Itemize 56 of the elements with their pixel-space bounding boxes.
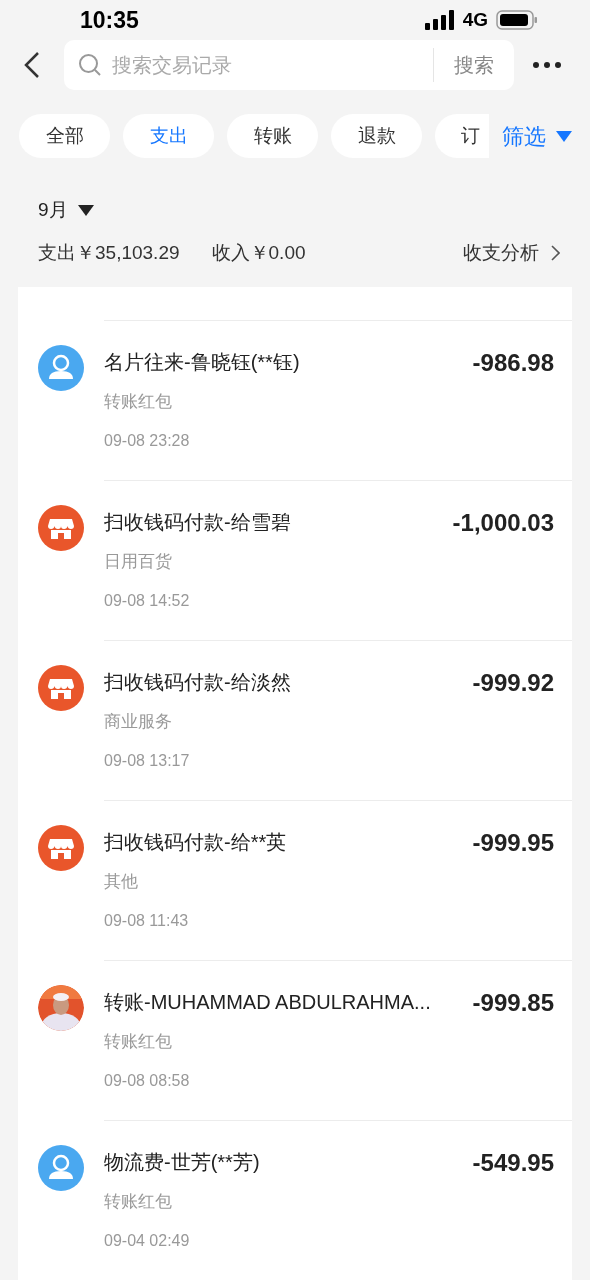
transaction-amount: -549.95 [472, 1148, 554, 1178]
transaction-item[interactable]: 扫收钱码付款-给淡然 -999.92 商业服务 09-08 13:17 [38, 641, 572, 773]
dropdown-icon [556, 130, 572, 142]
transaction-item[interactable]: 物流费-世芳(**芳) -549.95 转账红包 09-04 02:49 [38, 1121, 572, 1253]
shop-avatar-icon [38, 505, 84, 551]
transaction-category: 日用百货 [104, 551, 173, 573]
transaction-category: 转账红包 [104, 391, 173, 413]
network-label: 4G [462, 7, 488, 32]
filter-chip[interactable]: 支出 [123, 114, 214, 158]
transaction-item[interactable]: 名片往来-鲁晓钰(**钰) -986.98 转账红包 09-08 23:28 [38, 321, 572, 453]
transaction-amount: -999.92 [472, 668, 554, 698]
transaction-item[interactable]: 扫收钱码付款-给雪碧 -1,000.03 日用百货 09-08 14:52 [38, 481, 572, 613]
battery-icon [496, 10, 538, 30]
income-total: 收入￥0.00 [211, 240, 306, 265]
search-button[interactable]: 搜索 [434, 40, 514, 90]
transaction-amount: -1,000.03 [452, 508, 554, 538]
chevron-right-icon [551, 244, 560, 261]
transaction-time: 09-04 02:49 [104, 1230, 191, 1251]
transaction-title: 扫收钱码付款-给雪碧 [104, 510, 291, 535]
search-field[interactable]: 搜索交易记录 搜索 [64, 40, 514, 90]
search-icon [78, 53, 102, 77]
transaction-time: 09-08 14:52 [104, 590, 191, 611]
filter-button[interactable]: 筛选 [494, 114, 590, 158]
expense-total: 支出￥35,103.29 [38, 240, 180, 265]
dropdown-icon [77, 204, 94, 216]
transaction-category: 其他 [104, 871, 139, 893]
transaction-title: 物流费-世芳(**芳) [104, 1150, 260, 1175]
month-label[interactable]: 9月 [38, 196, 68, 225]
shop-avatar-icon [38, 825, 84, 871]
filter-chip[interactable]: 全部 [19, 114, 110, 158]
transaction-amount: -999.95 [472, 828, 554, 858]
transaction-title: 转账-MUHAMMAD ABDULRAHMA... [104, 990, 431, 1015]
transaction-amount: -999.85 [472, 988, 554, 1018]
status-time: 10:35 [80, 5, 139, 35]
signal-icon [424, 10, 455, 30]
transaction-category: 转账红包 [104, 1031, 173, 1053]
transaction-title: 名片往来-鲁晓钰(**钰) [104, 350, 300, 375]
transaction-item[interactable]: 转账-MUHAMMAD ABDULRAHMA... -999.85 转账红包 09-08 08:58 [38, 961, 572, 1093]
transaction-time: 09-08 23:28 [104, 430, 191, 451]
transaction-category: 转账红包 [104, 1191, 173, 1213]
transaction-title: 扫收钱码付款-给**英 [104, 830, 287, 855]
transaction-title: 扫收钱码付款-给淡然 [104, 670, 291, 695]
transaction-category: 商业服务 [104, 711, 173, 733]
transaction-time: 09-08 11:43 [104, 910, 190, 931]
user-avatar-icon [38, 345, 84, 391]
user-avatar-icon [38, 1145, 84, 1191]
transaction-time: 09-08 13:17 [104, 750, 191, 771]
transaction-time: 09-08 08:58 [104, 1070, 191, 1091]
filter-chip[interactable]: 退款 [331, 114, 422, 158]
analysis-link[interactable]: 收支分析 [463, 238, 560, 267]
filter-chip[interactable]: 转账 [227, 114, 318, 158]
transaction-item[interactable]: 扫收钱码付款-给**英 -999.95 其他 09-08 11:43 [38, 801, 572, 933]
shop-avatar-icon [38, 665, 84, 711]
more-icon [532, 61, 562, 69]
transaction-amount: -986.98 [472, 348, 554, 378]
filter-chip[interactable]: 订 [435, 114, 489, 158]
